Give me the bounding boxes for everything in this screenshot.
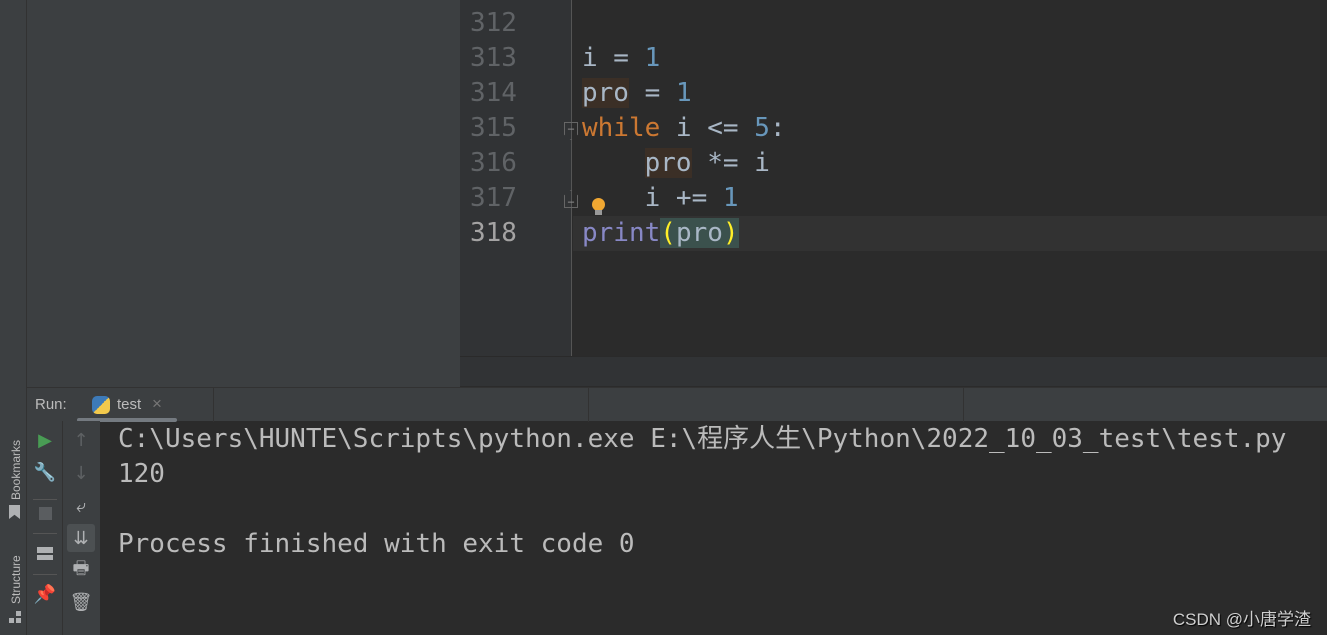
line-number: 317	[470, 183, 517, 213]
line-number: 315	[470, 113, 517, 143]
code-token: (	[660, 218, 676, 248]
code-token: 5	[754, 113, 770, 143]
run-label: Run:	[35, 396, 67, 413]
code-token: while	[582, 113, 661, 143]
stop-icon[interactable]	[31, 499, 59, 527]
code-line: pro *= i	[582, 146, 770, 181]
bookmark-icon	[9, 505, 20, 519]
project-panel	[27, 0, 460, 387]
code-token: :	[769, 113, 786, 143]
divider	[963, 388, 964, 422]
run-icon[interactable]: ▶	[31, 426, 59, 454]
divider	[213, 388, 214, 422]
python-icon	[92, 396, 110, 414]
code-line: pro = 1	[582, 76, 692, 111]
run-toolbar-right: ↑ ↓ ⤶ ⇊ 🖶 🗑	[63, 421, 100, 635]
code-token: print	[582, 218, 661, 248]
arrow-up-icon[interactable]: ↑	[67, 426, 95, 454]
close-icon[interactable]: ×	[152, 394, 162, 414]
console-line: 120	[118, 459, 165, 489]
run-toolbar-left: ▶ 🔧 📌	[27, 421, 63, 635]
code-token: pro	[582, 78, 629, 108]
tab-label: test	[117, 396, 142, 413]
code-line: while i <= 5:	[582, 111, 786, 146]
line-number: 313	[470, 43, 517, 73]
editor-bottom-bar	[460, 356, 1327, 386]
scroll-to-end-icon[interactable]: ⇊	[67, 524, 95, 552]
divider	[588, 388, 589, 422]
code-token: =	[628, 78, 676, 108]
run-tool-window-header: Run: test ×	[27, 387, 1327, 422]
code-token: 1	[722, 183, 739, 213]
code-token: )	[722, 218, 739, 248]
console-line: C:\Users\HUNTE\Scripts\python.exe E:\程序人…	[118, 424, 1287, 454]
code-token: 1	[675, 78, 692, 108]
code-token: =	[597, 43, 645, 73]
structure-tab[interactable]: Structure	[9, 555, 23, 604]
pin-icon[interactable]: 📌	[31, 580, 59, 608]
structure-icon	[9, 611, 21, 623]
watermark: CSDN @小唐学渣	[1172, 610, 1311, 629]
separator	[33, 574, 57, 575]
code-token: *= i	[691, 148, 770, 178]
print-icon[interactable]: 🖶	[67, 557, 95, 585]
trash-icon[interactable]: 🗑	[67, 588, 95, 616]
bookmarks-tab[interactable]: Bookmarks	[9, 440, 23, 500]
arrow-down-icon[interactable]: ↓	[67, 459, 95, 487]
line-number: 312	[470, 8, 517, 38]
lightbulb-base	[595, 210, 602, 215]
soft-wrap-icon[interactable]: ⤶	[67, 492, 95, 520]
code-token: pro	[644, 148, 692, 178]
code-line: print(pro)	[582, 216, 739, 251]
code-token: 1	[644, 43, 661, 73]
code-line: i = 1	[582, 41, 660, 76]
layout-icon[interactable]	[31, 539, 59, 567]
code-token: i <=	[660, 113, 755, 143]
line-number: 314	[470, 78, 517, 108]
left-tool-strip: Bookmarks Structure	[0, 0, 27, 635]
wrench-icon[interactable]: 🔧	[31, 458, 59, 486]
code-token: pro	[675, 218, 723, 248]
code-line: i += 1	[582, 181, 739, 216]
code-token: i	[582, 43, 598, 73]
run-tab-test[interactable]: test ×	[90, 388, 176, 422]
console-line: Process finished with exit code 0	[118, 529, 635, 559]
line-number: 316	[470, 148, 517, 178]
line-number: 318	[470, 218, 517, 248]
separator	[33, 533, 57, 534]
